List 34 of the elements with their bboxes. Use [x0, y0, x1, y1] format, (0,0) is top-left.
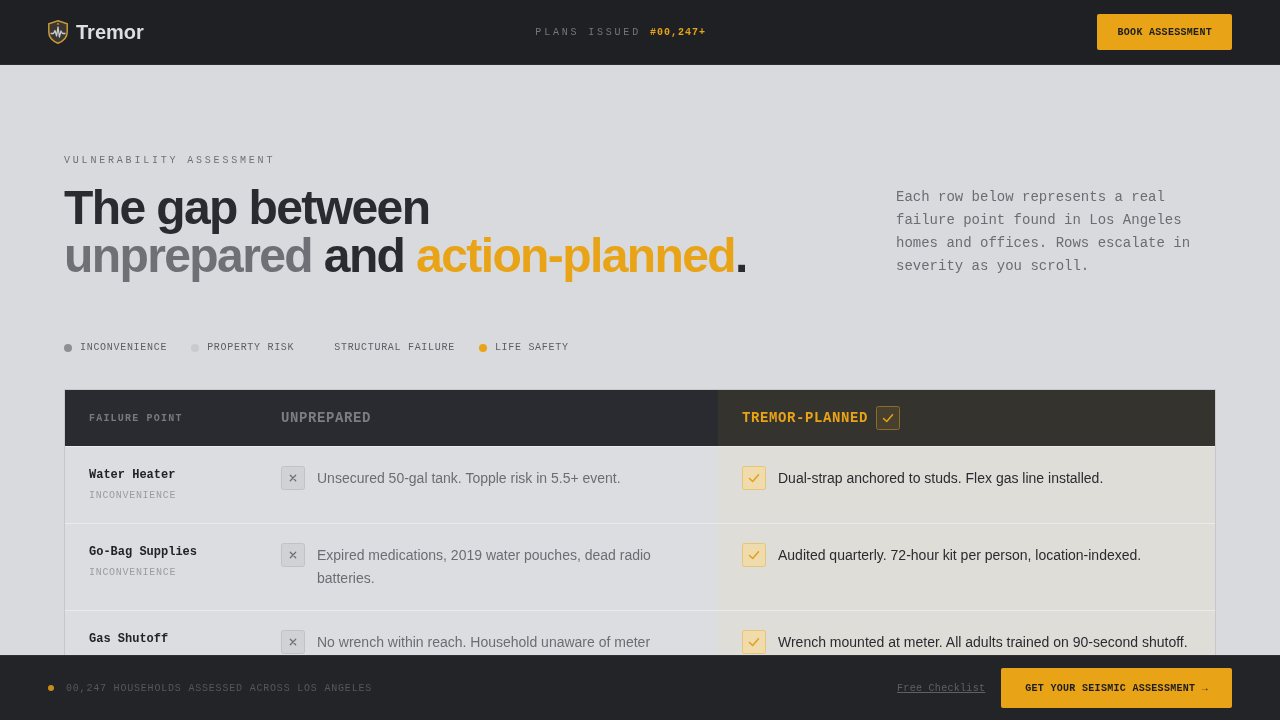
cell-text: No wrench within reach. Household unaware of meter [317, 633, 651, 652]
column-label: FAILURE POINT [89, 411, 183, 426]
legend-label: PROPERTY RISK [207, 341, 295, 355]
shield-waveform-icon [48, 20, 68, 44]
intro-text: Each row below represents a real failure point found in Los Angeles homes and offices. Rows escalate in severity as you scroll. [896, 188, 1192, 276]
cell-text: Wrench mounted at meter. All adults trained on 90-second shutoff. [778, 633, 1188, 652]
check-icon [742, 543, 766, 567]
counter-value: #00,247+ [649, 25, 706, 40]
severity-label: INCONVENIENCE [89, 566, 178, 580]
section-kicker: VULNERABILITY ASSESSMENT [64, 154, 277, 168]
x-icon [281, 543, 305, 567]
status-dot-icon [48, 685, 54, 691]
item-name: Go-Bag Supplies [89, 544, 199, 560]
item-name: Water Heater [89, 467, 177, 483]
severity-label: INCONVENIENCE [89, 489, 178, 503]
check-icon [742, 466, 766, 490]
legend-label: STRUCTURAL FAILURE [334, 341, 455, 355]
book-assessment-button[interactable]: BOOK ASSESSMENT [1097, 14, 1232, 50]
legend-label: LIFE SAFETY [494, 341, 569, 355]
cell-text: Audited quarterly. 72-hour kit per person, location-indexed. [778, 546, 1142, 565]
get-assessment-button[interactable]: GET YOUR SEISMIC ASSESSMENT → [1001, 668, 1232, 708]
brand-name: Tremor [76, 20, 144, 44]
column-label: UNPREPARED [281, 408, 371, 428]
check-icon [876, 406, 901, 430]
cell-text: Expired medications, 2019 water pouches, dead radio batteries. [317, 546, 652, 588]
item-name: Gas Shutoff [89, 631, 170, 647]
cell-text: Unsecured 50-gal tank. Topple risk in 5.5+ event. [317, 469, 621, 488]
legend-label: INCONVENIENCE [80, 341, 168, 355]
column-label: TREMOR-PLANNED [742, 408, 869, 428]
counter-label: PLANS ISSUED [535, 25, 641, 40]
cell-text: Dual-strap anchored to studs. Flex gas line installed. [778, 469, 1104, 488]
headline: The gap between unprepared and action-planned. [64, 184, 747, 280]
check-icon [742, 630, 766, 654]
x-icon [281, 466, 305, 490]
